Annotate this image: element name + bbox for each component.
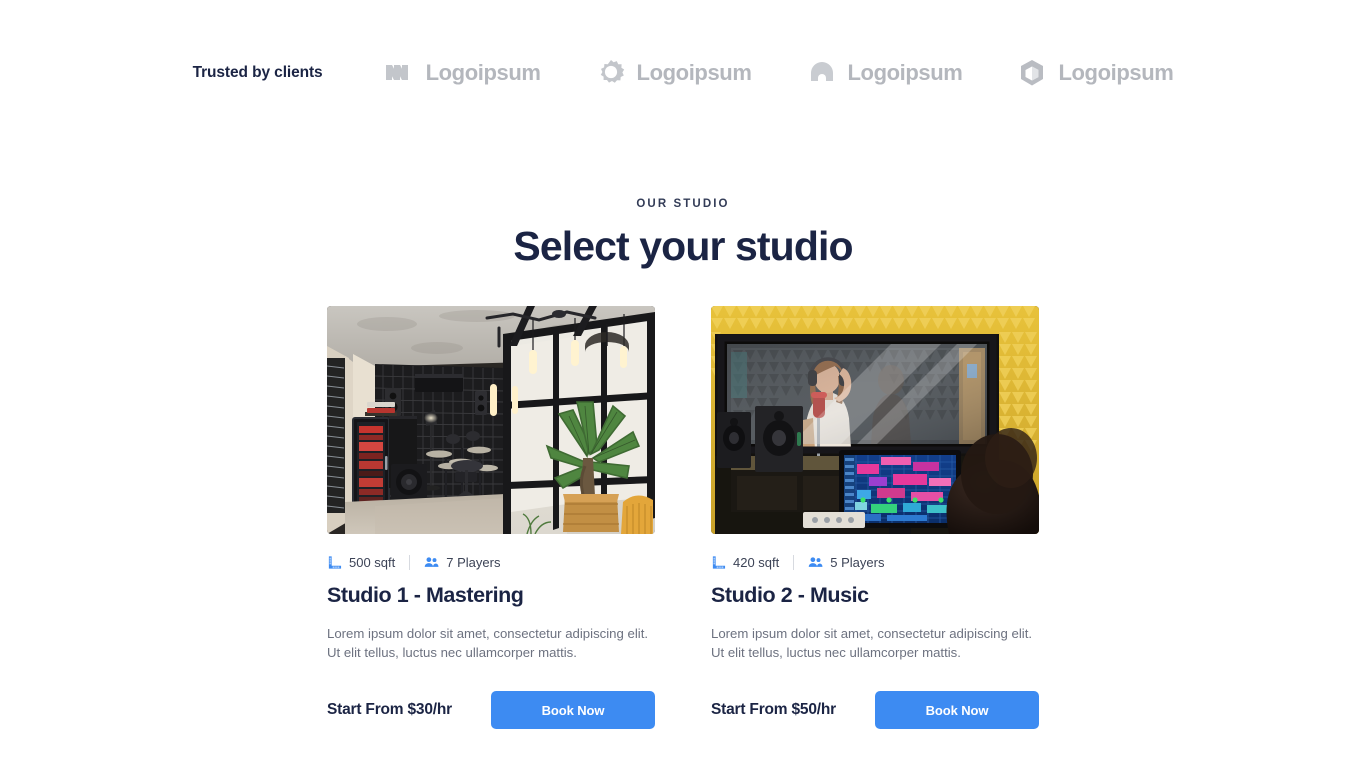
hexagon-cube-logo-icon xyxy=(1017,58,1047,88)
studio-price: Start From $50/hr xyxy=(711,701,836,719)
client-logo-2-text: Logoipsum xyxy=(636,60,752,85)
people-group-icon xyxy=(808,555,823,570)
studio-description: Lorem ipsum dolor sit amet, consectetur … xyxy=(711,625,1033,660)
meta-divider xyxy=(409,554,411,570)
studio-area: 420 sqft xyxy=(711,555,779,570)
trusted-by-clients-label: Trusted by clients xyxy=(192,64,323,81)
studio-area: 500 sqft xyxy=(327,555,395,570)
client-logo-4: Logoipsum xyxy=(1017,58,1174,88)
trusted-by-clients-bar: Trusted by clients Logoipsum Logoipsum L… xyxy=(0,58,1366,88)
client-logo-3: Logoipsum xyxy=(807,58,963,88)
studio-card-list: 500 sqft 7 Players Studio 1 - Mastering … xyxy=(327,306,1039,730)
studio-price: Start From $30/hr xyxy=(327,701,452,719)
studio-area-label: 500 sqft xyxy=(349,554,396,570)
people-group-icon xyxy=(424,555,439,570)
client-logo-1-text: Logoipsum xyxy=(425,60,541,85)
studio-card: 500 sqft 7 Players Studio 1 - Mastering … xyxy=(327,306,655,730)
studio-meta-row: 500 sqft 7 Players xyxy=(327,553,655,571)
studio-meta-row: 420 sqft 5 Players xyxy=(711,553,1039,571)
studio-title: Studio 2 - Music xyxy=(711,583,869,607)
studio-capacity: 5 Players xyxy=(808,555,884,570)
ruler-corner-icon xyxy=(327,555,342,570)
studio-1-interior-photo xyxy=(327,306,655,534)
book-now-button[interactable]: Book Now xyxy=(491,691,655,730)
zigzag-chevron-logo-icon xyxy=(385,58,415,88)
section-header: OUR STUDIO Select your studio xyxy=(0,198,1366,270)
client-logo-2: Logoipsum xyxy=(596,58,752,88)
studio-description: Lorem ipsum dolor sit amet, consectetur … xyxy=(327,625,649,660)
book-now-button[interactable]: Book Now xyxy=(875,691,1039,730)
client-logo-3-text: Logoipsum xyxy=(847,60,963,85)
client-logo-4-text: Logoipsum xyxy=(1058,60,1174,85)
page-root: Trusted by clients Logoipsum Logoipsum L… xyxy=(0,0,1366,768)
studio-2-recording-booth-photo xyxy=(711,306,1039,534)
studio-capacity-label: 7 Players xyxy=(446,554,501,570)
studio-footer: Start From $30/hr Book Now xyxy=(327,691,655,730)
studio-capacity: 7 Players xyxy=(424,555,500,570)
meta-divider xyxy=(793,554,795,570)
page-title: Select your studio xyxy=(513,223,853,269)
studio-footer: Start From $50/hr Book Now xyxy=(711,691,1039,730)
studio-capacity-label: 5 Players xyxy=(830,554,885,570)
studio-area-label: 420 sqft xyxy=(733,554,780,570)
studio-title: Studio 1 - Mastering xyxy=(327,583,524,607)
studio-card: 420 sqft 5 Players Studio 2 - Music Lore… xyxy=(711,306,1039,730)
section-eyebrow: OUR STUDIO xyxy=(636,198,730,210)
ruler-corner-icon xyxy=(711,555,726,570)
client-logo-1: Logoipsum xyxy=(385,58,541,88)
arch-dome-logo-icon xyxy=(807,58,837,88)
gear-ring-logo-icon xyxy=(596,58,626,88)
